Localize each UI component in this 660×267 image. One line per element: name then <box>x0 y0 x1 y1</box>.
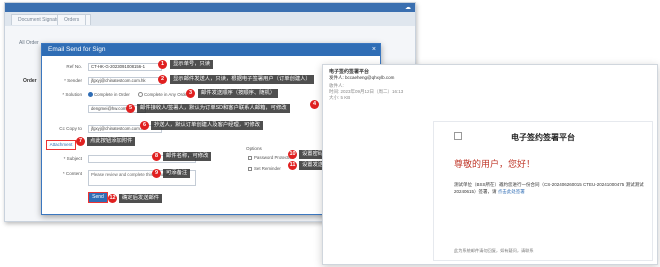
checkbox-icon <box>248 156 252 160</box>
sidebar-item-all-order[interactable]: All Order <box>19 40 39 46</box>
email-body: 测试单位（BSS所在）邀约您进行一份合同（CS-202406260015 CTE… <box>454 182 644 195</box>
annotation-1: 显示单号，只读 <box>170 60 214 69</box>
step-badge-7: 7 <box>76 137 85 146</box>
checkbox-icon <box>248 167 252 171</box>
email-body-text: 测试单位（BSS所在）邀约您进行一份合同（CS-202406260015 CTE… <box>454 182 644 194</box>
radio-complete-any-order[interactable]: Complete in Any Order <box>138 91 188 99</box>
step-badge-8: 8 <box>152 152 161 161</box>
set-reminder-label: Set Reminder <box>254 166 281 171</box>
subject-label: * Subject <box>63 156 82 161</box>
sender-field: jfgxyj@chinatestcom.com.hk <box>88 77 162 85</box>
step-badge-9: 9 <box>152 169 161 178</box>
sender-label: * Sender <box>64 78 82 83</box>
email-footer: 此为系统邮件请勿回复，如有疑问，请联系 <box>454 248 534 253</box>
email-from: 发件人: bccaeheng@qhxylb.com <box>329 75 395 80</box>
app-tab-strip: Document Signature Platform Orders <box>5 12 415 26</box>
annotation-6: 抄送人，默认订单创建人及客户经理，可修改 <box>151 121 263 130</box>
options-title: Options <box>246 146 262 151</box>
set-reminder-checkbox[interactable]: Set Reminder <box>248 165 281 173</box>
radio-label: Complete in Any Order <box>144 92 189 97</box>
annotation-12: 确定后发送邮件 <box>119 194 163 203</box>
sidebar-item-order[interactable]: Order <box>23 78 37 84</box>
cloud-icon: ☁ <box>405 5 411 11</box>
ref-label: Ref No. <box>66 64 82 69</box>
step-badge-12: 12 <box>108 194 117 203</box>
radio-label: Complete in Order <box>94 92 130 97</box>
screenshot-stage: ☁ Document Signature Platform Orders All… <box>0 0 660 267</box>
step-badge-11: 11 <box>288 161 297 170</box>
radio-complete-in-order[interactable]: Complete in Order <box>88 91 130 99</box>
dialog-header: Email Send for Sign × <box>42 44 380 56</box>
annotation-4: 邮件接收人/签署人，默认为订单SD和客户联系人邮箱，可修改 <box>137 104 290 113</box>
step-badge-10: 10 <box>288 150 297 159</box>
annotation-9: 可添备注 <box>163 169 191 178</box>
step-badge-1: 1 <box>158 60 167 69</box>
annotation-8: 邮件名称，可修改 <box>163 152 212 161</box>
step-badge-3: 3 <box>186 89 195 98</box>
step-badge-4: 4 <box>310 100 319 109</box>
sign-link[interactable]: 点击此处签署 <box>498 189 525 194</box>
radio-unselected-icon <box>138 92 143 97</box>
email-size: 大小: 5 KB <box>329 95 351 100</box>
app-top-bar: ☁ <box>5 3 415 12</box>
email-header: 电子签约签署平台 发件人: bccaeheng@qhxylb.com 收件人: … <box>329 69 403 101</box>
send-button[interactable]: Send <box>88 192 108 203</box>
tab-orders[interactable]: Orders <box>57 14 87 25</box>
email-card: 电子签约签署平台 尊敬的用户，您好！ 测试单位（BSS所在）邀约您进行一份合同（… <box>433 121 653 261</box>
close-icon[interactable]: × <box>372 44 376 56</box>
ref-no-field: CT-HK-G-2023091008156-1 <box>88 63 162 71</box>
annotation-3: 邮件发送顺序（按顺序、随机） <box>198 89 279 98</box>
step-badge-5: 5 <box>126 104 135 113</box>
radio-selected-icon <box>88 92 93 97</box>
email-brand-title: 电子签约签署平台 <box>511 133 575 142</box>
email-greeting: 尊敬的用户，您好！ <box>454 159 536 169</box>
annotation-7: 点此按钮添加附件 <box>87 137 136 146</box>
step-badge-2: 2 <box>158 75 167 84</box>
attachment-button[interactable]: Attachment <box>46 140 76 150</box>
annotation-2: 显示邮件发送人，只读，根据电子签署用户（订单创建人） <box>170 75 314 84</box>
step-badge-6: 6 <box>140 121 149 130</box>
email-preview: 电子签约签署平台 发件人: bccaeheng@qhxylb.com 收件人: … <box>322 64 658 265</box>
dialog-title: Email Send for Sign <box>48 46 106 53</box>
cc-label: Cc Copy to <box>59 126 82 131</box>
solution-label: * Solution <box>62 92 82 97</box>
content-label: * Content <box>62 171 82 176</box>
